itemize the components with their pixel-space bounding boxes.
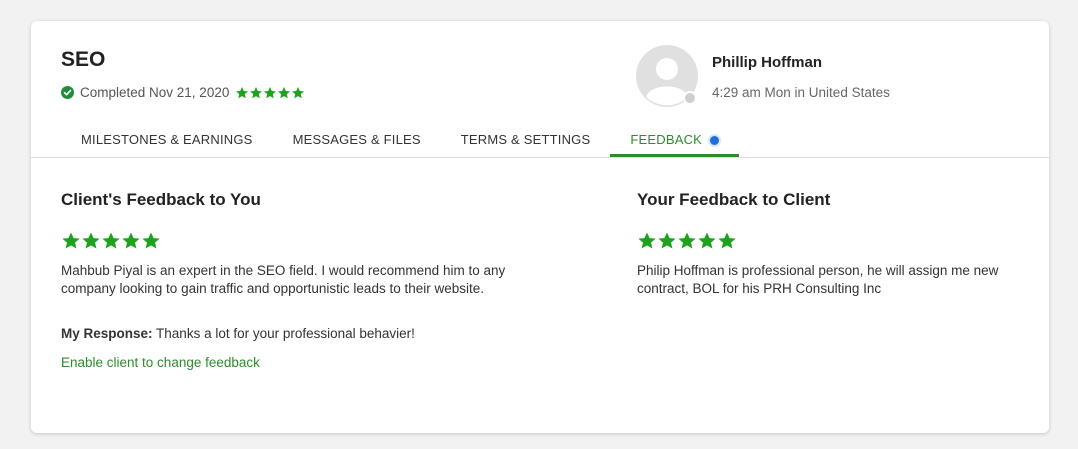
star-icon xyxy=(718,232,736,249)
star-icon xyxy=(82,232,100,249)
tab-terms-settings[interactable]: TERMS & SETTINGS xyxy=(441,129,611,157)
notification-dot-icon xyxy=(710,136,720,145)
tab-label: FEEDBACK xyxy=(630,132,703,147)
tab-divider xyxy=(31,157,1049,158)
tab-label: MILESTONES & EARNINGS xyxy=(81,132,253,147)
your-feedback-text: Philip Hoffman is professional person, h… xyxy=(637,263,999,296)
star-icon xyxy=(62,232,80,249)
star-icon xyxy=(236,86,249,98)
status-row: Completed Nov 21, 2020 xyxy=(61,85,305,100)
star-icon xyxy=(102,232,120,249)
your-feedback-stars xyxy=(637,231,737,256)
check-circle-icon xyxy=(61,86,74,99)
star-icon xyxy=(698,232,716,249)
completed-date: Completed Nov 21, 2020 xyxy=(80,85,230,100)
your-feedback-heading: Your Feedback to Client xyxy=(637,190,831,209)
tab-feedback[interactable]: FEEDBACK xyxy=(610,129,740,157)
my-response: My Response: Thanks a lot for your profe… xyxy=(61,326,415,341)
client-feedback-stars xyxy=(61,231,161,256)
star-icon xyxy=(292,86,305,98)
tab-label: TERMS & SETTINGS xyxy=(460,132,591,147)
tab-messages-files[interactable]: MESSAGES & FILES xyxy=(273,129,441,157)
tab-label: MESSAGES & FILES xyxy=(292,132,421,147)
avatar-icon[interactable] xyxy=(636,45,698,107)
client-local-time: 4:29 am Mon in United States xyxy=(712,85,890,100)
response-text: Thanks a lot for your professional behav… xyxy=(156,326,415,341)
enable-change-feedback-link[interactable]: Enable client to change feedback xyxy=(61,355,260,370)
star-icon xyxy=(122,232,140,249)
tab-milestones-earnings[interactable]: MILESTONES & EARNINGS xyxy=(61,129,273,157)
star-icon xyxy=(142,232,160,249)
star-icon xyxy=(658,232,676,249)
response-label: My Response: xyxy=(61,326,153,341)
star-icon xyxy=(638,232,656,249)
star-icon xyxy=(678,232,696,249)
client-name[interactable]: Phillip Hoffman xyxy=(712,54,822,71)
star-icon xyxy=(278,86,291,98)
client-feedback-heading: Client's Feedback to You xyxy=(61,190,261,209)
star-icon xyxy=(250,86,263,98)
contract-card: SEO Completed Nov 21, 2020 Phillip Hoffm… xyxy=(31,21,1049,433)
job-rating-stars xyxy=(235,86,305,100)
client-feedback-text: Mahbub Piyal is an expert in the SEO fie… xyxy=(61,263,506,296)
star-icon xyxy=(264,86,277,98)
job-title: SEO xyxy=(61,48,106,71)
tab-bar: MILESTONES & EARNINGS MESSAGES & FILES T… xyxy=(61,129,740,159)
